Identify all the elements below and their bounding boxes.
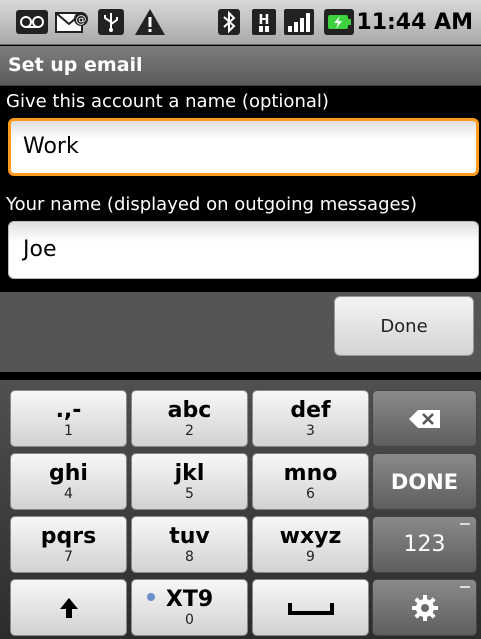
key-7[interactable]: pqrs 7 bbox=[10, 516, 127, 573]
key-3[interactable]: def 3 bbox=[252, 390, 369, 447]
key-main-label: ghi bbox=[49, 460, 88, 486]
done-button[interactable]: Done bbox=[334, 296, 474, 356]
key-2[interactable]: abc 2 bbox=[131, 390, 248, 447]
key-4[interactable]: ghi 4 bbox=[10, 453, 127, 510]
page-title: Set up email bbox=[8, 54, 143, 76]
numeric-key-label: 123 bbox=[403, 531, 446, 557]
key-sub-label: 3 bbox=[306, 422, 315, 439]
key-sub-label: 5 bbox=[185, 485, 194, 502]
status-bar: @ H 11:44 AM bbox=[0, 0, 481, 45]
usb-icon bbox=[96, 7, 126, 37]
status-time: 11:44 AM bbox=[356, 10, 473, 35]
settings-key[interactable] bbox=[372, 579, 477, 636]
xt9-label: XT9 bbox=[165, 586, 214, 612]
account-name-field[interactable]: Work bbox=[8, 118, 479, 176]
key-main-label: abc bbox=[167, 397, 212, 423]
email-notification-icon: @ bbox=[54, 7, 90, 37]
key-sub-label: 8 bbox=[185, 548, 194, 565]
bluetooth-icon bbox=[216, 7, 242, 37]
key-main-label: tuv bbox=[169, 523, 210, 549]
key-6[interactable]: mno 6 bbox=[252, 453, 369, 510]
setup-form: Give this account a name (optional) Work… bbox=[0, 87, 481, 292]
long-press-indicator bbox=[460, 586, 470, 588]
your-name-field[interactable]: Joe bbox=[8, 221, 479, 279]
space-bar-icon bbox=[287, 602, 334, 615]
key-sub-label: 7 bbox=[64, 548, 73, 565]
xt9-key[interactable]: XT9 0 bbox=[131, 579, 248, 636]
long-press-indicator bbox=[460, 523, 470, 525]
key-main-label: mno bbox=[283, 460, 338, 486]
voicemail-icon bbox=[14, 7, 50, 37]
numeric-mode-key[interactable]: 123 bbox=[372, 516, 477, 573]
key-main-label: pqrs bbox=[40, 523, 97, 549]
key-sub-label: 9 bbox=[306, 548, 315, 565]
shift-key[interactable] bbox=[10, 579, 127, 636]
network-badge: H bbox=[259, 13, 270, 28]
key-sub-label: 0 bbox=[185, 611, 194, 628]
backspace-key[interactable] bbox=[372, 390, 477, 447]
key-sub-label: 1 bbox=[64, 422, 73, 439]
account-name-label: Give this account a name (optional) bbox=[6, 91, 329, 112]
keyboard: .,- 1 abc 2 def 3 ghi 4 jkl 5 mno 6 DONE… bbox=[0, 380, 481, 639]
backspace-icon bbox=[408, 409, 440, 428]
xt9-status-dot-icon bbox=[147, 593, 155, 601]
shift-arrow-icon bbox=[59, 597, 78, 618]
key-sub-label: 4 bbox=[64, 485, 73, 502]
key-1[interactable]: .,- 1 bbox=[10, 390, 127, 447]
key-8[interactable]: tuv 8 bbox=[131, 516, 248, 573]
space-key[interactable] bbox=[252, 579, 369, 636]
done-key[interactable]: DONE bbox=[372, 453, 477, 510]
your-name-label: Your name (displayed on outgoing message… bbox=[6, 194, 417, 215]
done-key-label: DONE bbox=[390, 469, 459, 494]
key-main-label: jkl bbox=[174, 460, 205, 486]
key-main-label: wxyz bbox=[279, 523, 342, 549]
svg-text:@: @ bbox=[76, 13, 87, 26]
title-bar: Set up email bbox=[0, 46, 481, 86]
key-main-label: def bbox=[290, 397, 331, 423]
key-sub-label: 6 bbox=[306, 485, 315, 502]
warning-icon bbox=[132, 7, 168, 37]
battery-icon bbox=[322, 7, 356, 37]
hsdpa-icon: H bbox=[250, 7, 278, 37]
key-sub-label: 2 bbox=[185, 422, 194, 439]
key-main-label: .,- bbox=[55, 397, 82, 423]
signal-icon bbox=[282, 7, 316, 37]
key-9[interactable]: wxyz 9 bbox=[252, 516, 369, 573]
gear-icon bbox=[411, 594, 438, 621]
key-5[interactable]: jkl 5 bbox=[131, 453, 248, 510]
